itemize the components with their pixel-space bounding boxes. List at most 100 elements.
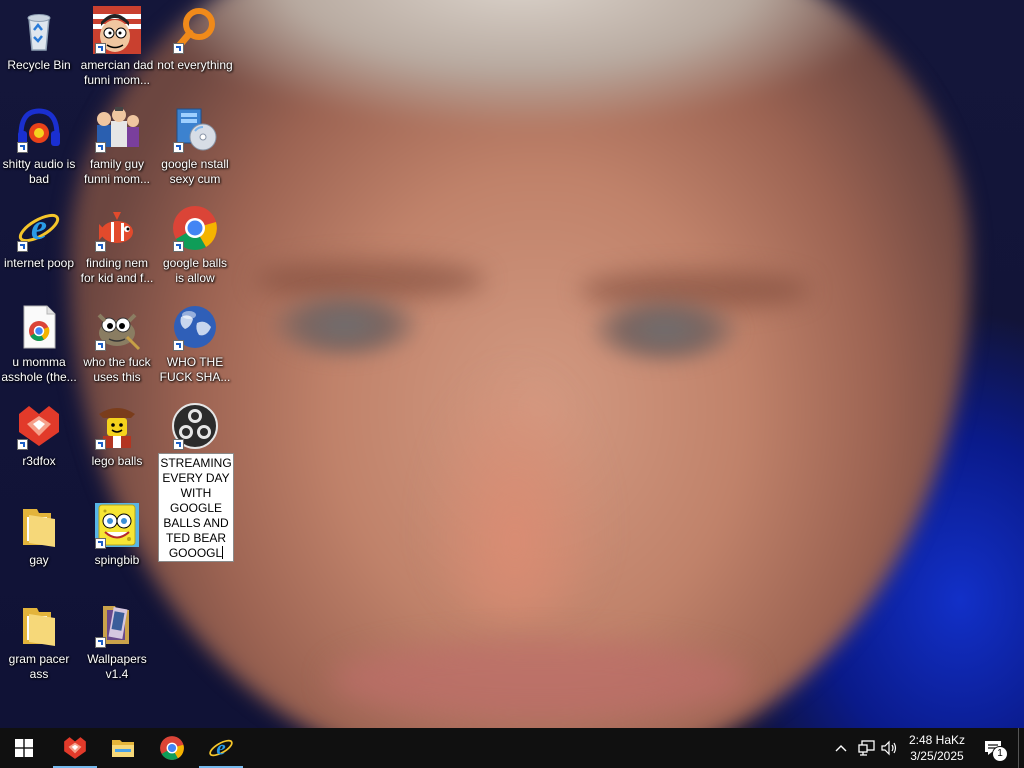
icon-label: internet poop (3, 256, 75, 270)
icon-label: amercian dad funni mom... (80, 58, 154, 87)
audio-icon (15, 105, 63, 153)
shortcut-arrow-icon (173, 241, 184, 252)
sponge-character-icon (93, 501, 141, 549)
icon-label: google balls is allow (162, 256, 228, 285)
icon-label: who the fuck uses this (83, 355, 151, 384)
rename-text: STREAMING EVERY DAY WITH GOOGLE BALLS AN… (160, 456, 236, 560)
gimp-icon (93, 303, 141, 351)
desktop-icon-google-install[interactable]: google nstall sexy cum (156, 99, 234, 187)
cartoon-characters-icon (93, 105, 141, 153)
icon-label: google nstall sexy cum (161, 157, 229, 186)
desktop-icon-u-momma[interactable]: u momma asshole (the... (0, 297, 78, 385)
desktop-icon-r3dfox[interactable]: r3dfox (0, 396, 78, 469)
icon-label: family guy funni mom... (83, 157, 151, 186)
shortcut-arrow-icon (17, 241, 28, 252)
clock-date: 3/25/2025 (910, 749, 964, 763)
shortcut-arrow-icon (95, 241, 106, 252)
start-button[interactable] (0, 728, 48, 768)
obs-icon (171, 402, 219, 450)
show-desktop-button[interactable] (1018, 728, 1024, 768)
desktop-icon-wallpapers[interactable]: Wallpapers v1.4 (78, 594, 156, 682)
fox-browser-icon (15, 402, 63, 450)
shortcut-arrow-icon (17, 142, 28, 153)
icon-label: gram pacer ass (8, 652, 70, 681)
svg-text:e: e (31, 207, 47, 247)
shortcut-arrow-icon (95, 340, 106, 351)
desktop-icon-not-everything[interactable]: not everything (156, 0, 234, 73)
wallpaper-nose (420, 360, 610, 620)
lego-figure-icon (93, 402, 141, 450)
taskbar-internet-explorer[interactable]: e (197, 728, 245, 768)
desktop-icon-finding-nemo[interactable]: finding nem for kid and f... (78, 198, 156, 286)
desktop-icon-google-balls[interactable]: google balls is allow (156, 198, 234, 286)
internet-explorer-icon: e (209, 735, 233, 759)
network-icon (858, 740, 875, 756)
desktop-icon-internet-poop[interactable]: e internet poop (0, 198, 78, 271)
icon-label: lego balls (91, 454, 143, 468)
search-magnifier-icon (171, 6, 219, 54)
clock[interactable]: 2:48 HaKz 3/25/2025 (902, 728, 972, 768)
speaker-icon (881, 740, 897, 756)
wallpaper-eye (590, 295, 740, 365)
icon-label: gay (29, 553, 49, 567)
icon-label: WHO THE FUCK SHA... (159, 355, 231, 384)
shortcut-arrow-icon (173, 439, 184, 450)
icon-label: finding nem for kid and f... (80, 256, 154, 285)
desktop-icon-recycle-bin[interactable]: Recycle Bin (0, 0, 78, 73)
wallpaper-mouth (330, 640, 750, 720)
globe-icon (171, 303, 219, 351)
desktop-icon-gay[interactable]: gay (0, 495, 78, 568)
rename-textbox[interactable]: STREAMING EVERY DAY WITH GOOGLE BALLS AN… (158, 453, 234, 562)
desktop[interactable]: Recycle Bin shitty audio is bad e intern… (0, 0, 1024, 728)
folder-icon (112, 740, 134, 757)
clock-time: 2:48 HaKz (908, 733, 966, 747)
icon-label: spingbib (94, 553, 140, 567)
desktop-icon-gimp[interactable]: who the fuck uses this (78, 297, 156, 385)
desktop-icon-family-guy[interactable]: family guy funni mom... (78, 99, 156, 187)
shortcut-arrow-icon (17, 439, 28, 450)
desktop-icon-spingbib[interactable]: spingbib (78, 495, 156, 568)
chrome-icon (171, 204, 219, 252)
icon-label: Recycle Bin (7, 58, 71, 72)
shortcut-arrow-icon (173, 340, 184, 351)
network-button[interactable] (855, 728, 879, 768)
shortcut-arrow-icon (95, 538, 106, 549)
shortcut-arrow-icon (95, 439, 106, 450)
volume-button[interactable] (879, 728, 901, 768)
notification-count-badge: 1 (992, 746, 1008, 762)
shortcut-arrow-icon (95, 43, 106, 54)
shortcut-arrow-icon (173, 142, 184, 153)
cartoon-character-icon (93, 6, 141, 54)
fox-browser-icon (64, 737, 86, 759)
wallpaper-eye (270, 290, 420, 360)
action-center-button[interactable]: 1 (978, 728, 1008, 768)
desktop-icon-gram-pacer[interactable]: gram pacer ass (0, 594, 78, 682)
windows-start-icon (15, 739, 33, 757)
desktop-icon-audio[interactable]: shitty audio is bad (0, 99, 78, 187)
show-hidden-icons-button[interactable] (830, 728, 852, 768)
chrome-icon (160, 736, 184, 760)
taskbar-file-explorer[interactable] (99, 728, 147, 768)
folder-icon (15, 501, 63, 549)
desktop-icon-obs-renaming[interactable] (156, 396, 234, 454)
icon-label: u momma asshole (the... (1, 355, 77, 384)
folder-icon (15, 600, 63, 648)
svg-text:e: e (216, 735, 225, 759)
desktop-icon-who-sha[interactable]: WHO THE FUCK SHA... (156, 297, 234, 385)
icon-label: shitty audio is bad (2, 157, 76, 186)
desktop-icon-american-dad[interactable]: amercian dad funni mom... (78, 0, 156, 88)
desktop-icon-lego-balls[interactable]: lego balls (78, 396, 156, 469)
wallpapers-icon (93, 600, 141, 648)
recycle-bin-icon (15, 6, 63, 54)
taskbar-r3dfox[interactable] (51, 728, 99, 768)
icon-label: r3dfox (22, 454, 56, 468)
taskbar-chrome[interactable] (148, 728, 196, 768)
chevron-up-icon (835, 745, 847, 752)
installer-icon (171, 105, 219, 153)
icon-label: not everything (157, 58, 233, 72)
text-caret (222, 546, 224, 559)
icon-label: Wallpapers v1.4 (87, 652, 147, 681)
taskbar: e 2:48 HaKz 3/25/2025 1 (0, 728, 1024, 768)
internet-explorer-icon: e (15, 204, 63, 252)
shortcut-arrow-icon (95, 637, 106, 648)
